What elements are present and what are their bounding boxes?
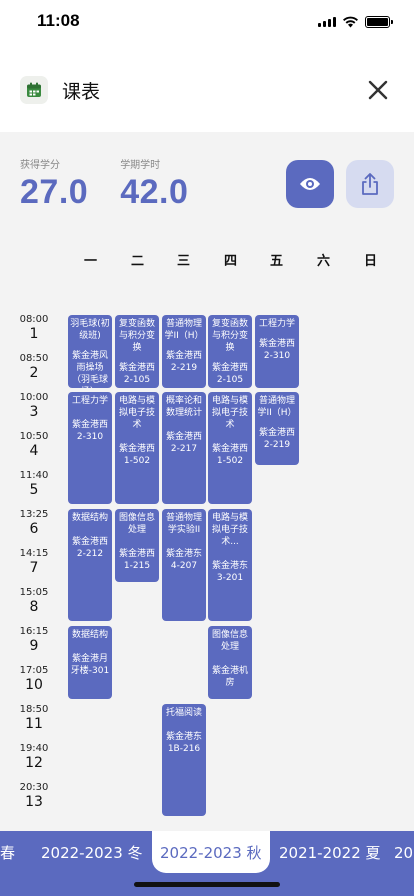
hours-stat: 学期学时 42.0 xyxy=(120,156,188,212)
course-card[interactable]: 图像信息处理 紫金港机房 xyxy=(208,626,252,699)
status-icons xyxy=(318,16,393,28)
semester-tab[interactable]: 春 xyxy=(0,831,15,875)
home-indicator xyxy=(134,882,280,887)
semester-tab[interactable]: 2021-2022 夏 xyxy=(279,831,381,875)
stats-summary: 获得学分 27.0 学期学时 42.0 xyxy=(20,156,188,212)
close-button[interactable] xyxy=(362,74,394,106)
semester-tab[interactable]: 20 xyxy=(394,831,413,875)
day-header-thu: 四 xyxy=(223,254,237,269)
course-card[interactable]: 普通物理学II（H） 紫金港西2-219 xyxy=(162,315,206,388)
day-header-tue: 二 xyxy=(130,254,144,269)
calendar-icon xyxy=(20,76,48,104)
day-header-wed: 三 xyxy=(176,254,190,269)
period-label: 16:15 9 xyxy=(19,626,49,654)
period-label: 15:05 8 xyxy=(19,587,49,615)
period-label: 19:40 12 xyxy=(19,743,49,771)
course-card[interactable]: 普通物理学实验II 紫金港东4-207 xyxy=(162,509,206,621)
credits-label: 获得学分 xyxy=(20,160,60,171)
hours-label: 学期学时 xyxy=(120,160,161,171)
course-card[interactable]: 电路与模拟电子技术... 紫金港东3-201 xyxy=(208,509,252,621)
period-label: 11:40 5 xyxy=(19,470,49,498)
period-label: 14:15 7 xyxy=(19,548,49,576)
course-card[interactable]: 数据结构 紫金港月牙楼-301 xyxy=(68,626,112,699)
period-label: 17:05 10 xyxy=(19,665,49,693)
share-button[interactable] xyxy=(346,160,394,208)
eye-icon xyxy=(300,178,320,190)
course-card[interactable]: 概率论和数理统计 紫金港西2-217 xyxy=(162,392,206,504)
cellular-signal-icon xyxy=(318,17,336,27)
period-label: 18:50 11 xyxy=(19,704,49,732)
day-header-fri: 五 xyxy=(269,254,283,269)
period-label: 08:50 2 xyxy=(19,353,49,381)
day-header-sat: 六 xyxy=(316,254,330,269)
day-header-sun: 日 xyxy=(363,254,377,269)
close-icon xyxy=(368,80,388,100)
status-bar: 11:08 xyxy=(0,0,414,44)
battery-icon xyxy=(365,16,393,28)
course-card[interactable]: 电路与模拟电子技术 紫金港西1-502 xyxy=(208,392,252,504)
timetable-panel: 获得学分 27.0 学期学时 42.0 一 二 三 四 五 六 日 08:00 1… xyxy=(0,132,414,832)
course-card[interactable]: 工程力学 紫金港西2-310 xyxy=(68,392,112,504)
period-label: 10:50 4 xyxy=(19,431,49,459)
status-time: 11:08 xyxy=(37,11,80,30)
share-icon xyxy=(362,173,378,195)
course-card[interactable]: 托福阅读 紫金港东1B-216 xyxy=(162,704,206,816)
course-card[interactable]: 电路与模拟电子技术 紫金港西1-502 xyxy=(115,392,159,504)
credits-stat: 获得学分 27.0 xyxy=(20,156,88,212)
semester-tab-active[interactable]: 2022-2023 秋 xyxy=(152,831,270,873)
course-card[interactable]: 普通物理学II（H） 紫金港西2-219 xyxy=(255,392,299,465)
period-label: 10:00 3 xyxy=(19,392,49,420)
header: 课表 xyxy=(0,68,414,112)
hours-value: 42.0 xyxy=(120,173,189,211)
visibility-toggle-button[interactable] xyxy=(286,160,334,208)
course-card[interactable]: 复变函数与积分变换 紫金港西2-105 xyxy=(115,315,159,388)
period-label: 20:30 13 xyxy=(19,782,49,810)
course-card[interactable]: 羽毛球(初级班)紫金港风雨操场（羽毛球场） xyxy=(68,315,112,388)
course-card[interactable]: 数据结构 紫金港西2-212 xyxy=(68,509,112,621)
course-card[interactable]: 复变函数与积分变换 紫金港西2-105 xyxy=(208,315,252,388)
course-card[interactable]: 工程力学 紫金港西2-310 xyxy=(255,315,299,388)
period-label: 08:00 1 xyxy=(19,314,49,342)
credits-value: 27.0 xyxy=(20,173,89,211)
day-header-mon: 一 xyxy=(83,254,97,269)
wifi-icon xyxy=(343,16,358,28)
page-title: 课表 xyxy=(62,80,101,103)
semester-tab[interactable]: 2022-2023 冬 xyxy=(41,831,143,875)
course-card[interactable]: 图像信息处理 紫金港西1-215 xyxy=(115,509,159,582)
period-label: 13:25 6 xyxy=(19,509,49,537)
